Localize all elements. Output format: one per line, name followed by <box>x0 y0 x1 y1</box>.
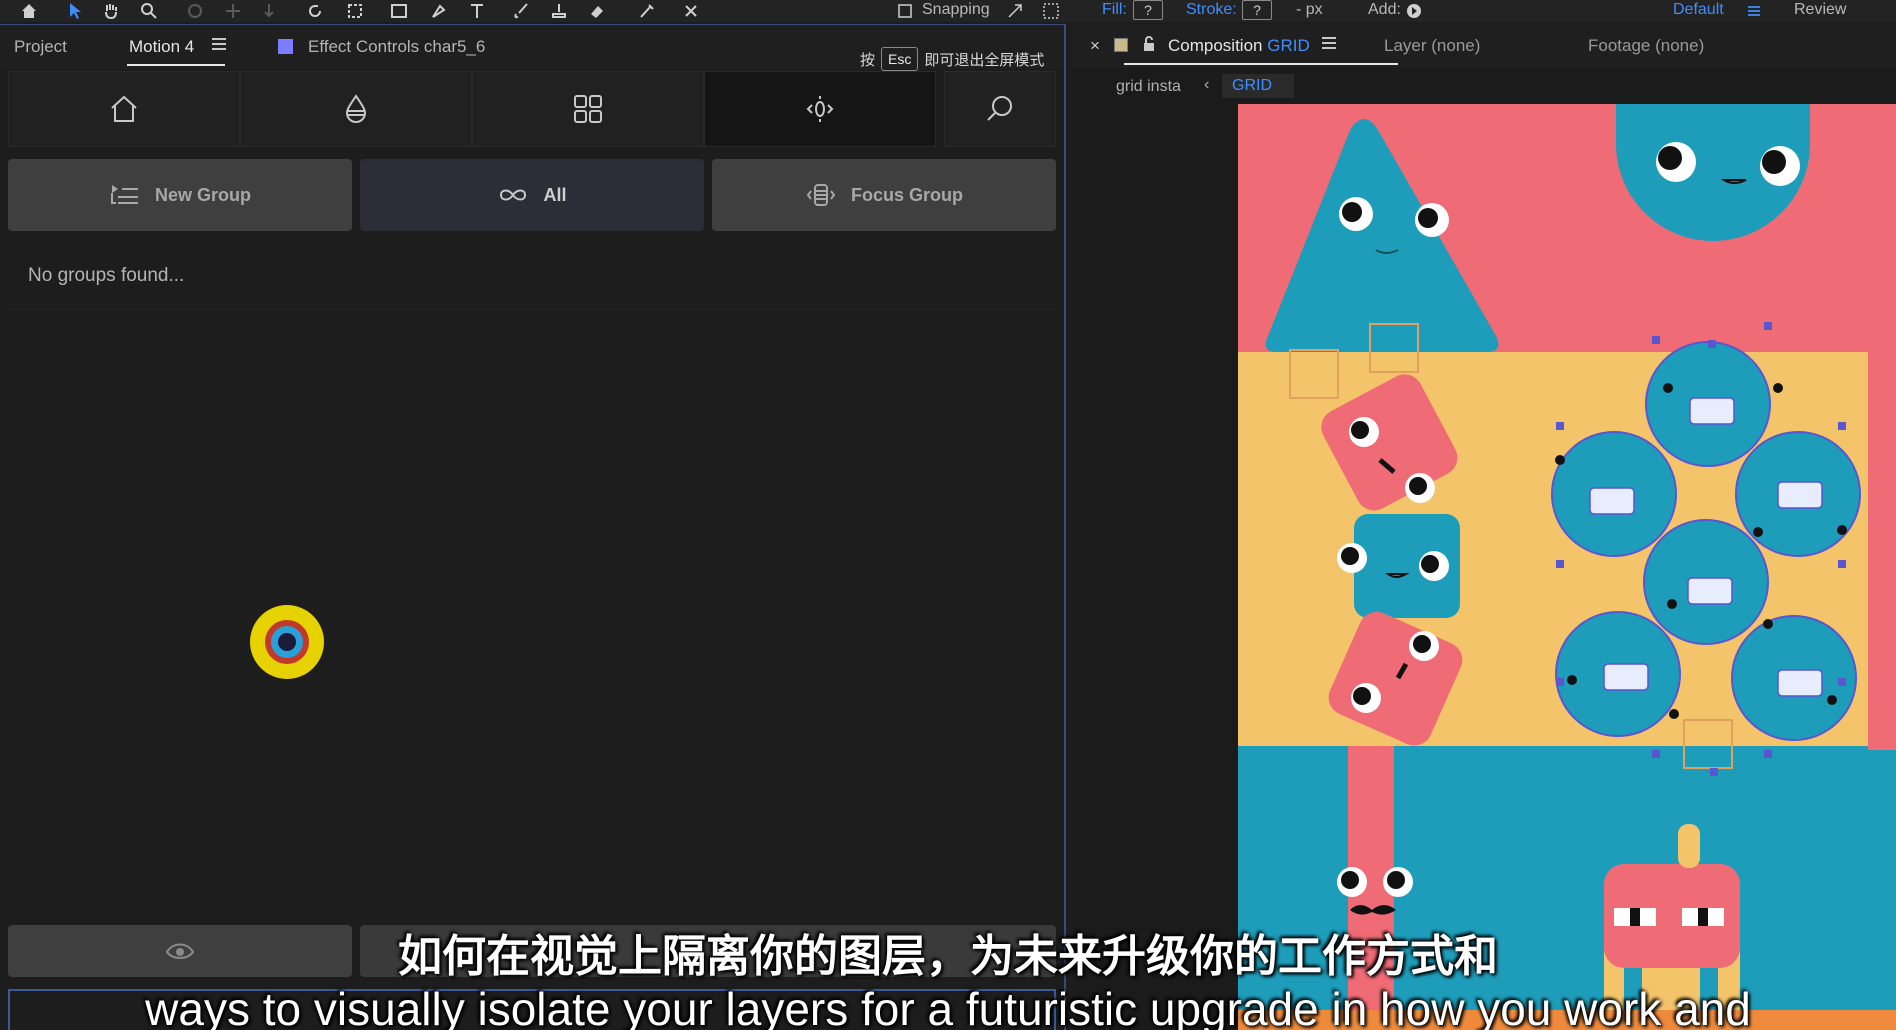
anchor-icon <box>806 96 834 122</box>
type-tool-icon[interactable] <box>466 1 488 21</box>
viewer-tabs: × Composition GRID Layer (none) Footage … <box>1072 24 1896 68</box>
home-tool-icon[interactable] <box>18 1 40 21</box>
brush-tool-icon[interactable] <box>510 1 532 21</box>
breadcrumb-arrow-icon: ‹ <box>1204 76 1210 93</box>
all-groups-button[interactable]: All <box>360 159 704 231</box>
breadcrumb-parent[interactable]: grid insta <box>1116 78 1181 96</box>
pan-tool-icon[interactable] <box>222 1 244 21</box>
motion-nav-bar <box>8 71 1056 147</box>
subtitle-english: ways to visually isolate your layers for… <box>145 983 1751 1030</box>
tab-project[interactable]: Project <box>14 37 67 57</box>
tab-motion[interactable]: Motion 4 <box>129 37 194 57</box>
drop-icon <box>345 94 367 123</box>
subtitle-chinese: 如何在视觉上隔离你的图层，为未来升级你的工作方式和 <box>398 932 1498 981</box>
fill-swatch[interactable]: ? <box>1133 0 1163 20</box>
nav-anchor-button[interactable] <box>704 71 936 147</box>
grid-icon <box>574 95 602 123</box>
esc-hint-prefix: 按 <box>860 51 876 69</box>
snapping-label: Snapping <box>922 1 990 18</box>
tools-toolbar: Snapping Fill: ? Stroke: ? - px Add: Def… <box>0 0 1896 22</box>
effect-controls-color-icon <box>278 39 293 54</box>
focus-group-icon <box>806 184 836 206</box>
search-icon <box>987 96 1012 121</box>
tab-layer[interactable]: Layer (none) <box>1384 36 1480 56</box>
snap-options-icon[interactable] <box>1004 1 1026 21</box>
rectangle-tool-icon[interactable] <box>388 1 410 21</box>
infinity-icon <box>500 189 527 201</box>
all-groups-label: All <box>543 184 567 205</box>
pan-behind-tool-icon[interactable] <box>344 1 366 21</box>
workspace-review[interactable]: Review <box>1794 1 1846 19</box>
motion-panel: Project Motion 4 Effect Controls char5_6… <box>0 24 1066 1030</box>
panel-menu-icon[interactable] <box>212 38 226 50</box>
tab-effect-controls[interactable]: Effect Controls char5_6 <box>308 37 485 57</box>
new-group-button[interactable]: New Group <box>8 159 352 231</box>
nav-grid-button[interactable] <box>472 71 704 147</box>
nav-home-button[interactable] <box>8 71 240 147</box>
orbit-tool-icon[interactable] <box>184 1 206 21</box>
add-label: Add: <box>1368 1 1401 18</box>
no-groups-message: No groups found... <box>28 265 185 286</box>
stroke-label: Stroke: <box>1186 1 1237 18</box>
new-group-icon <box>110 185 138 204</box>
stroke-width-field[interactable]: - px <box>1296 1 1323 19</box>
eraser-tool-icon[interactable] <box>586 1 608 21</box>
zoom-tool-icon[interactable] <box>138 1 160 21</box>
hand-tool-icon[interactable] <box>100 1 122 21</box>
tab-composition[interactable]: Composition GRID <box>1168 36 1310 56</box>
divider <box>8 309 1056 310</box>
lock-icon[interactable] <box>1142 36 1156 52</box>
nav-search-button[interactable] <box>944 71 1056 147</box>
new-group-label: New Group <box>154 184 251 205</box>
composition-color-icon <box>1114 38 1128 52</box>
esc-key-badge: Esc <box>881 47 919 71</box>
roto-brush-tool-icon[interactable] <box>636 1 658 21</box>
composition-artwork <box>1238 104 1896 1030</box>
workspace-default[interactable]: Default <box>1673 1 1724 19</box>
pen-tool-icon[interactable] <box>428 1 450 21</box>
rotate-tool-icon[interactable] <box>304 1 326 21</box>
puppet-tool-icon[interactable] <box>680 1 702 21</box>
home-icon <box>111 95 137 122</box>
clone-stamp-tool-icon[interactable] <box>548 1 570 21</box>
composition-menu-icon[interactable] <box>1322 37 1336 49</box>
active-tab-indicator <box>127 64 225 66</box>
composition-breadcrumb: grid insta ‹ GRID <box>1072 70 1896 104</box>
composition-panel: × Composition GRID Layer (none) Footage … <box>1072 24 1896 1030</box>
stroke-swatch[interactable]: ? <box>1242 0 1272 20</box>
dolly-tool-icon[interactable] <box>258 1 280 21</box>
add-menu-icon[interactable] <box>1403 1 1425 21</box>
fullscreen-exit-hint: 按 Esc 即可退出全屏模式 <box>860 47 1044 71</box>
breadcrumb-current[interactable]: GRID <box>1222 74 1294 98</box>
composition-viewer[interactable] <box>1238 104 1896 1030</box>
close-tab-icon[interactable]: × <box>1090 36 1100 56</box>
nav-colors-button[interactable] <box>240 71 472 147</box>
composition-tab-prefix: Composition <box>1168 36 1263 55</box>
snapping-checkbox[interactable] <box>894 1 916 21</box>
esc-hint-suffix: 即可退出全屏模式 <box>924 51 1045 69</box>
tab-footage[interactable]: Footage (none) <box>1588 36 1704 56</box>
focus-group-label: Focus Group <box>851 184 963 205</box>
cursor-highlight <box>250 605 324 679</box>
selection-tool-icon[interactable] <box>64 1 86 21</box>
snap-grid-icon[interactable] <box>1040 1 1062 21</box>
workspace-menu-icon[interactable] <box>1743 1 1765 21</box>
active-tab-indicator <box>1124 63 1398 65</box>
focus-group-button[interactable]: Focus Group <box>712 159 1056 231</box>
fill-label: Fill: <box>1102 1 1127 18</box>
composition-tab-name: GRID <box>1267 36 1310 55</box>
